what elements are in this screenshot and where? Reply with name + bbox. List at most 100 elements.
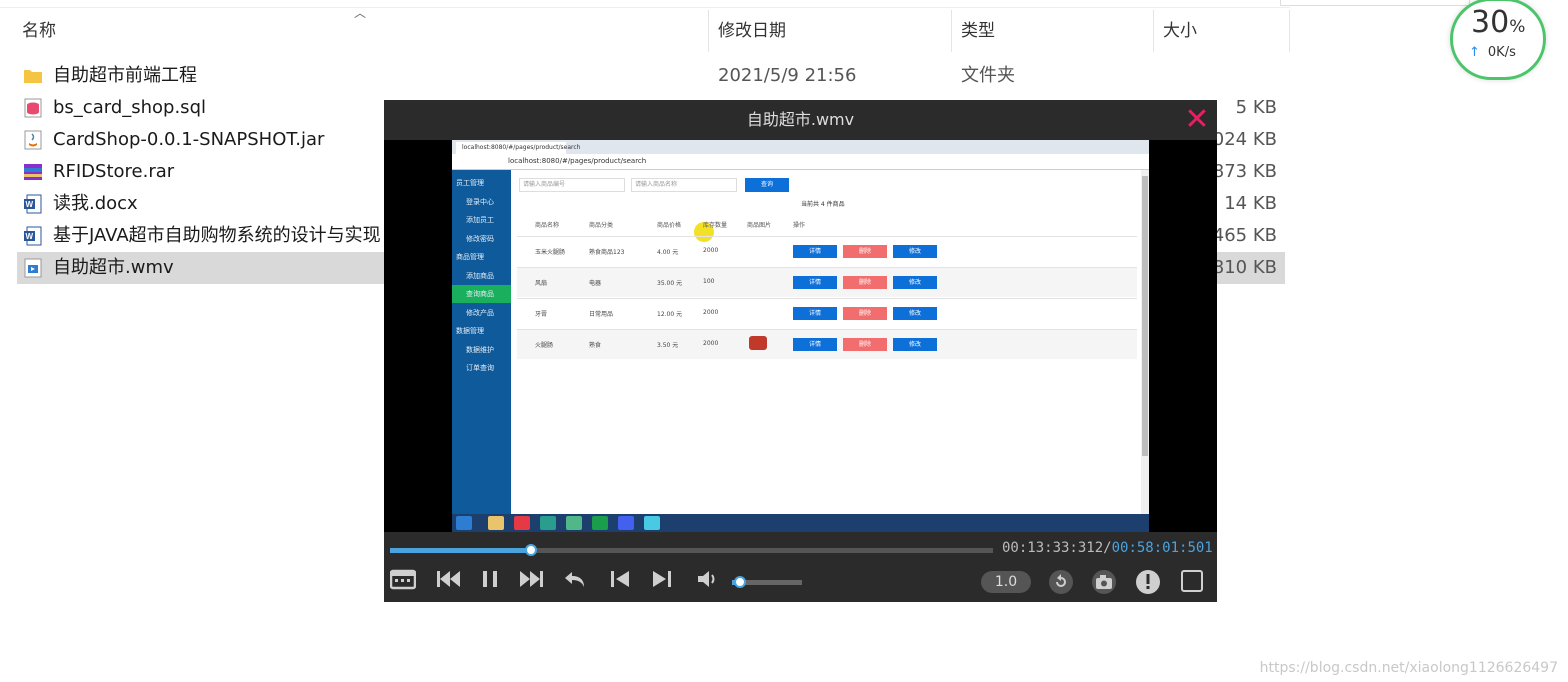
- table-header-cell: 操作: [793, 222, 806, 229]
- file-size: 465 KB: [1212, 225, 1277, 246]
- table-row: 火腿肠 熟食 3.50 元 2000 详情 删除 修改: [517, 329, 1137, 359]
- folder-icon: [488, 516, 504, 530]
- column-separator[interactable]: [951, 10, 952, 52]
- table-row: 风扇 电器 35.00 元 100 详情 删除 修改: [517, 267, 1137, 297]
- app-icon: [566, 516, 582, 530]
- file-size: 14 KB: [1224, 193, 1277, 214]
- column-header-name[interactable]: 名称: [16, 10, 706, 52]
- explorer-top-box: [1280, 0, 1470, 6]
- detail-button: 详情: [793, 338, 837, 351]
- upload-arrow-icon: ↑: [1469, 45, 1480, 60]
- playlist-icon[interactable]: [388, 568, 418, 596]
- frame-sidebar-item: 添加员工: [466, 216, 494, 224]
- product-name: 火腿肠: [535, 342, 554, 349]
- next-frame-icon[interactable]: [650, 568, 674, 596]
- column-separator[interactable]: [708, 10, 709, 52]
- desktop-screen: ︿ 名称 修改日期 类型 大小 自助超市前端工程 2021/5/9 21:56 文件…: [0, 0, 1568, 682]
- detail-button: 详情: [793, 276, 837, 289]
- current-time: 00:13:33:312: [1002, 540, 1104, 556]
- progress-bar[interactable]: [390, 544, 993, 556]
- volume-slider[interactable]: [732, 576, 802, 588]
- edit-button: 修改: [893, 245, 937, 258]
- watermark: https://blog.csdn.net/xiaolong1126626497: [1259, 660, 1558, 676]
- product-category: 熟食商品123: [589, 249, 625, 256]
- frame-sidebar-item: 商品管理: [456, 253, 484, 261]
- product-image: [749, 336, 767, 350]
- file-name: 自助超市前端工程: [53, 65, 197, 86]
- skip-back-icon[interactable]: [434, 568, 462, 596]
- browser-tab: localhost:8080/#/pages/product/search: [456, 142, 580, 154]
- file-name: bs_card_shop.sql: [53, 97, 206, 118]
- close-icon[interactable]: ✕: [1183, 105, 1211, 135]
- svg-text:W: W: [26, 232, 34, 241]
- product-category: 日常用品: [589, 311, 614, 318]
- app-icon: [644, 516, 660, 530]
- skip-forward-icon[interactable]: [518, 568, 546, 596]
- app-content: 请输入商品编号 请输入商品名称 查询 当前共 4 件商品 商品名称 商品分类 商品价…: [511, 170, 1141, 514]
- progress-fill: [390, 548, 531, 553]
- file-name: 读我.docx: [53, 193, 138, 214]
- camera-icon[interactable]: [1090, 568, 1118, 596]
- table-header-cell: 商品名称: [535, 222, 560, 229]
- product-name: 风扇: [535, 280, 548, 287]
- player-controls: 00:13:33:312/00:58:01:501 1.0: [384, 532, 1217, 602]
- edit-button: 修改: [893, 307, 937, 320]
- table-header-cell: 库存数量: [703, 222, 728, 229]
- file-size: 024 KB: [1212, 129, 1277, 150]
- time-readout: 00:13:33:312/00:58:01:501: [1002, 540, 1213, 556]
- info-icon[interactable]: [1134, 568, 1162, 596]
- frame-sidebar-item: 数据维护: [466, 345, 494, 354]
- product-stock: 2000: [703, 309, 719, 316]
- undo-icon[interactable]: [562, 568, 588, 596]
- file-size: 873 KB: [1212, 161, 1277, 182]
- table-header-cell: 商品分类: [589, 222, 614, 229]
- video-frame: localhost:8080/#/pages/product/search lo…: [452, 140, 1149, 532]
- frame-sidebar-item: 登录中心: [466, 197, 494, 206]
- rotate-icon[interactable]: [1047, 568, 1075, 596]
- java-jar-icon: [23, 130, 43, 150]
- column-header-type[interactable]: 类型: [955, 10, 1151, 52]
- total-duration: 00:58:01:501: [1111, 540, 1213, 556]
- product-name: 牙膏: [535, 311, 548, 318]
- file-row[interactable]: 自助超市前端工程 2021/5/9 21:56 文件夹: [17, 60, 1285, 92]
- fullscreen-icon[interactable]: [1178, 568, 1206, 596]
- product-stock: 100: [703, 278, 715, 285]
- frame-sidebar-item: 数据管理: [456, 327, 484, 335]
- product-category: 熟食: [589, 342, 602, 349]
- file-name: 自助超市.wmv: [53, 257, 174, 278]
- file-date: 2021/5/9 21:56: [718, 65, 857, 86]
- frame-sidebar-item: 修改产品: [466, 308, 494, 317]
- playback-speed-button[interactable]: 1.0: [981, 571, 1031, 593]
- word-icon: [618, 516, 634, 530]
- column-header-date[interactable]: 修改日期: [712, 10, 950, 52]
- network-speed-widget[interactable]: 30% ↑ 0K/s: [1450, 0, 1546, 80]
- frame-sidebar-item: 修改密码: [466, 234, 494, 243]
- query-button: 查询: [745, 178, 789, 192]
- frame-scroll-thumb: [1142, 176, 1148, 456]
- frame-taskbar: [452, 514, 1149, 532]
- table-row: 玉米火腿肠 熟食商品123 4.00 元 2000 详情 删除 修改: [517, 236, 1137, 266]
- app-icon: [540, 516, 556, 530]
- volume-icon[interactable]: [696, 568, 720, 596]
- edit-button: 修改: [893, 276, 937, 289]
- product-price: 12.00 元: [657, 311, 683, 318]
- folder-icon: [23, 66, 43, 86]
- detail-button: 详情: [793, 245, 837, 258]
- product-price: 35.00 元: [657, 280, 683, 287]
- pause-icon[interactable]: [478, 568, 502, 596]
- previous-frame-icon[interactable]: [608, 568, 632, 596]
- product-price: 4.00 元: [657, 249, 679, 256]
- database-file-icon: [23, 98, 43, 118]
- column-separator[interactable]: [1289, 10, 1290, 52]
- product-name: 玉米火腿肠: [535, 249, 566, 256]
- file-name: RFIDStore.rar: [53, 161, 175, 182]
- product-stock: 2000: [703, 340, 719, 347]
- column-separator[interactable]: [1153, 10, 1154, 52]
- video-file-icon: [23, 258, 43, 278]
- column-header-size[interactable]: 大小: [1157, 10, 1287, 52]
- app-icon: [592, 516, 608, 530]
- volume-handle[interactable]: [734, 576, 747, 588]
- chrome-icon: [514, 516, 530, 530]
- table-header-cell: 商品图片: [747, 222, 772, 229]
- progress-handle[interactable]: [524, 544, 537, 556]
